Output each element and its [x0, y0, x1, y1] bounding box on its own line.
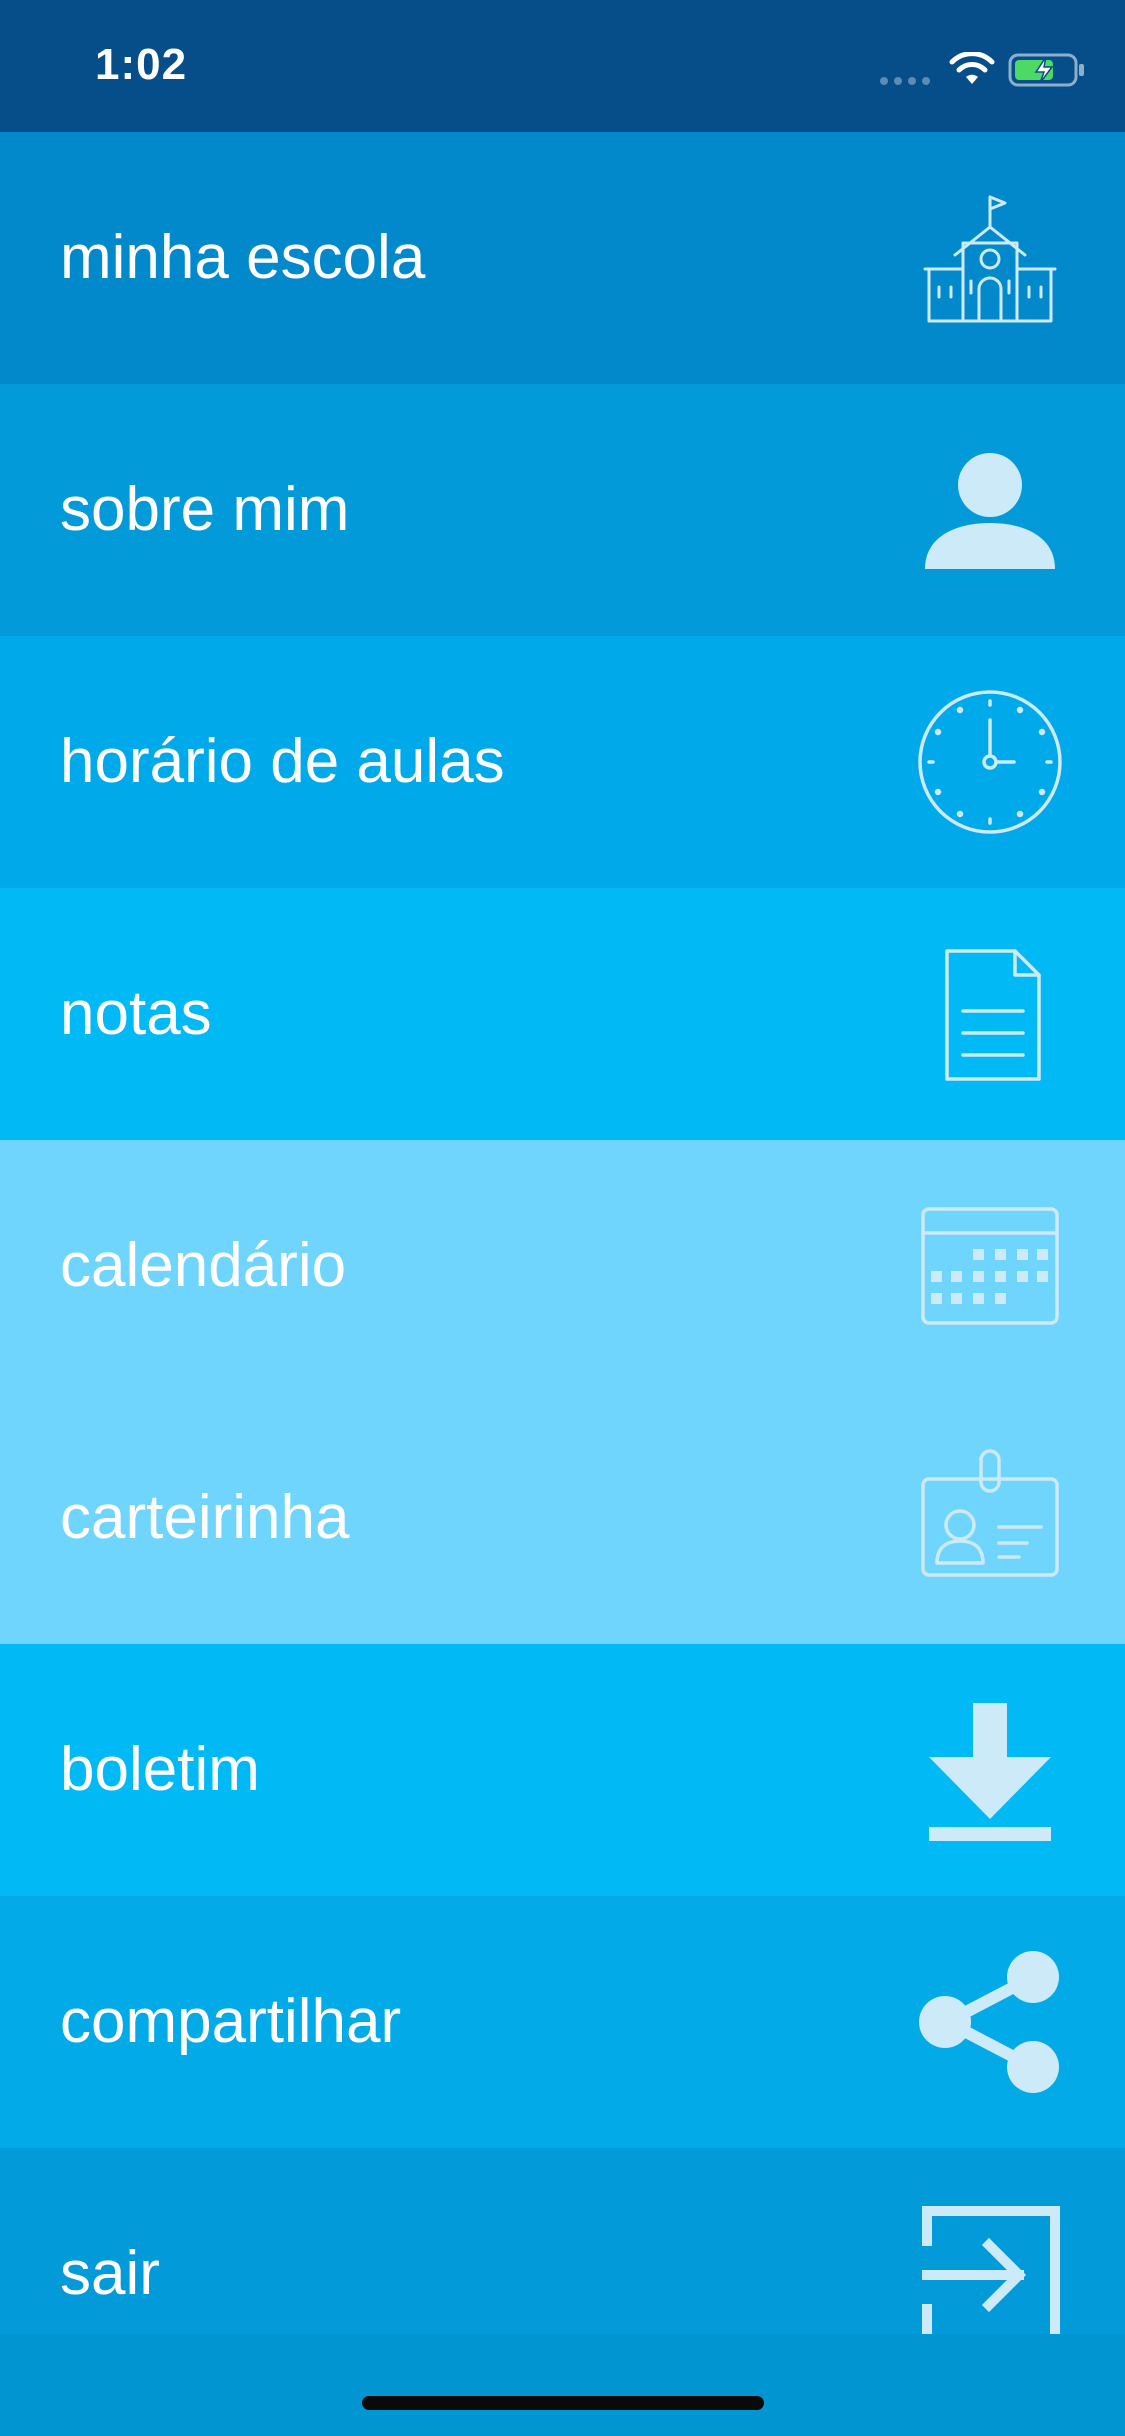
menu-item-label: calendário: [60, 1231, 347, 1300]
clock-icon: [915, 687, 1065, 837]
menu-item-boletim[interactable]: boletim: [0, 1644, 1125, 1896]
status-time: 1:02: [95, 40, 188, 89]
status-bar: 1:02: [0, 0, 1125, 132]
wifi-icon: [949, 52, 995, 84]
main-menu: minha escola sobre mim horário de aulas …: [0, 132, 1125, 2400]
menu-item-carteirinha[interactable]: carteirinha: [0, 1392, 1125, 1644]
download-icon: [915, 1695, 1065, 1845]
menu-item-label: compartilhar: [60, 1987, 402, 2056]
signal-dots-icon: [880, 77, 930, 85]
battery-charging-icon: [1008, 53, 1084, 87]
menu-item-label: notas: [60, 979, 212, 1048]
id-card-icon: [915, 1443, 1065, 1593]
menu-item-notas[interactable]: notas: [0, 888, 1125, 1140]
menu-item-horario-de-aulas[interactable]: horário de aulas: [0, 636, 1125, 888]
menu-item-label: boletim: [60, 1735, 260, 1804]
person-icon: [915, 435, 1065, 585]
menu-item-minha-escola[interactable]: minha escola: [0, 132, 1125, 384]
menu-item-label: sair: [60, 2239, 160, 2308]
home-indicator-area: [0, 2334, 1125, 2436]
share-icon: [915, 1947, 1065, 2097]
document-icon: [915, 939, 1065, 1089]
calendar-icon: [915, 1191, 1065, 1341]
menu-item-label: horário de aulas: [60, 727, 505, 796]
menu-item-label: sobre mim: [60, 475, 350, 544]
menu-item-label: carteirinha: [60, 1483, 350, 1552]
home-indicator[interactable]: [362, 2396, 764, 2410]
menu-item-label: minha escola: [60, 223, 426, 292]
menu-item-compartilhar[interactable]: compartilhar: [0, 1896, 1125, 2148]
menu-item-sobre-mim[interactable]: sobre mim: [0, 384, 1125, 636]
menu-item-calendario[interactable]: calendário: [0, 1140, 1125, 1392]
exit-icon: [915, 2199, 1065, 2349]
school-icon: [915, 183, 1065, 333]
